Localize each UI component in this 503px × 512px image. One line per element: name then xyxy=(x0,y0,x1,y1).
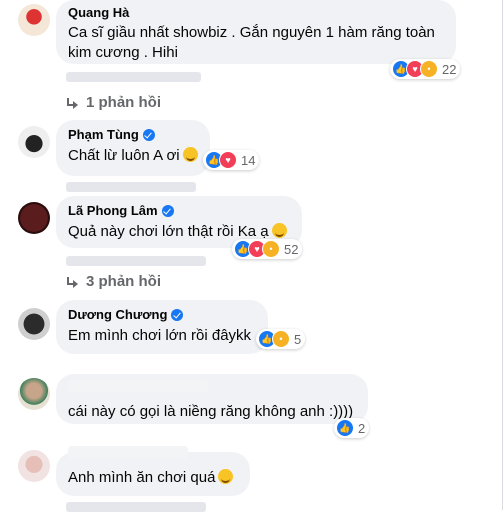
comment-bubble: cái này có gọi là niềng răng không anh :… xyxy=(56,374,368,424)
reaction-count: 22 xyxy=(442,61,457,77)
comment-author[interactable]: Quang Hà xyxy=(68,4,444,21)
comment-author[interactable]: Lã Phong Lâm xyxy=(68,202,290,219)
comment-bubble: Anh mình ăn chơi quá xyxy=(56,446,250,496)
blurred-author xyxy=(68,380,208,392)
comment-bubble: Quang Hà Ca sĩ giầu nhất showbiz . Gắn n… xyxy=(56,0,456,64)
smile-emoji-icon xyxy=(271,223,287,238)
avatar[interactable] xyxy=(18,126,50,158)
reaction-summary[interactable]: 👍 • 5 xyxy=(256,329,306,349)
wow-icon: • xyxy=(420,60,438,78)
reaction-count: 52 xyxy=(284,241,299,257)
verified-icon xyxy=(171,308,184,321)
comment-text: Ca sĩ giầu nhất showbiz . Gắn nguyên 1 h… xyxy=(68,24,435,61)
reaction-count: 5 xyxy=(294,331,302,347)
comment-text: Anh mình ăn chơi quá xyxy=(68,468,238,488)
comment-text: Chất lừ luôn A ơi xyxy=(68,146,198,166)
reply-arrow-icon xyxy=(66,276,78,288)
comment-text: Em mình chơi lớn rồi đâykk xyxy=(68,327,252,344)
haha-icon: • xyxy=(272,330,290,348)
verified-icon xyxy=(161,204,174,217)
blurred-meta xyxy=(66,256,206,266)
avatar[interactable] xyxy=(18,378,50,410)
blurred-meta xyxy=(66,182,196,192)
grin-emoji-icon xyxy=(182,147,198,162)
verified-icon xyxy=(142,128,155,141)
comment-author[interactable]: Phạm Tùng xyxy=(68,126,198,143)
reaction-summary[interactable]: 👍 ♥ 14 xyxy=(203,150,260,170)
reaction-count: 2 xyxy=(358,420,366,436)
comment-bubble: Phạm Tùng Chất lừ luôn A ơi xyxy=(56,120,210,176)
love-icon: ♥ xyxy=(219,151,237,169)
haha-icon: • xyxy=(262,240,280,258)
avatar[interactable] xyxy=(18,4,50,36)
avatar[interactable] xyxy=(18,202,50,234)
reply-arrow-icon xyxy=(66,97,78,109)
blurred-meta xyxy=(66,72,201,82)
reaction-summary[interactable]: 👍 ♥ • 52 xyxy=(232,239,303,259)
reaction-summary[interactable]: 👍 ♥ • 22 xyxy=(390,59,461,79)
comment-author[interactable]: Dương Chương xyxy=(68,306,256,323)
blurred-meta xyxy=(66,502,206,512)
blurred-author xyxy=(68,446,188,458)
like-icon: 👍 xyxy=(336,419,354,437)
comment-text: cái này có gọi là niềng răng không anh :… xyxy=(68,403,354,420)
avatar[interactable] xyxy=(18,450,50,482)
comment-bubble: Dương Chương Em mình chơi lớn rồi đâykk xyxy=(56,300,268,354)
view-replies-2[interactable]: 3 phản hồi xyxy=(66,273,161,290)
avatar[interactable] xyxy=(18,308,50,340)
reaction-summary[interactable]: 👍 2 xyxy=(334,418,370,438)
view-replies-1[interactable]: 1 phản hồi xyxy=(66,94,161,111)
wink-emoji-icon xyxy=(218,469,234,484)
reaction-count: 14 xyxy=(241,152,256,168)
